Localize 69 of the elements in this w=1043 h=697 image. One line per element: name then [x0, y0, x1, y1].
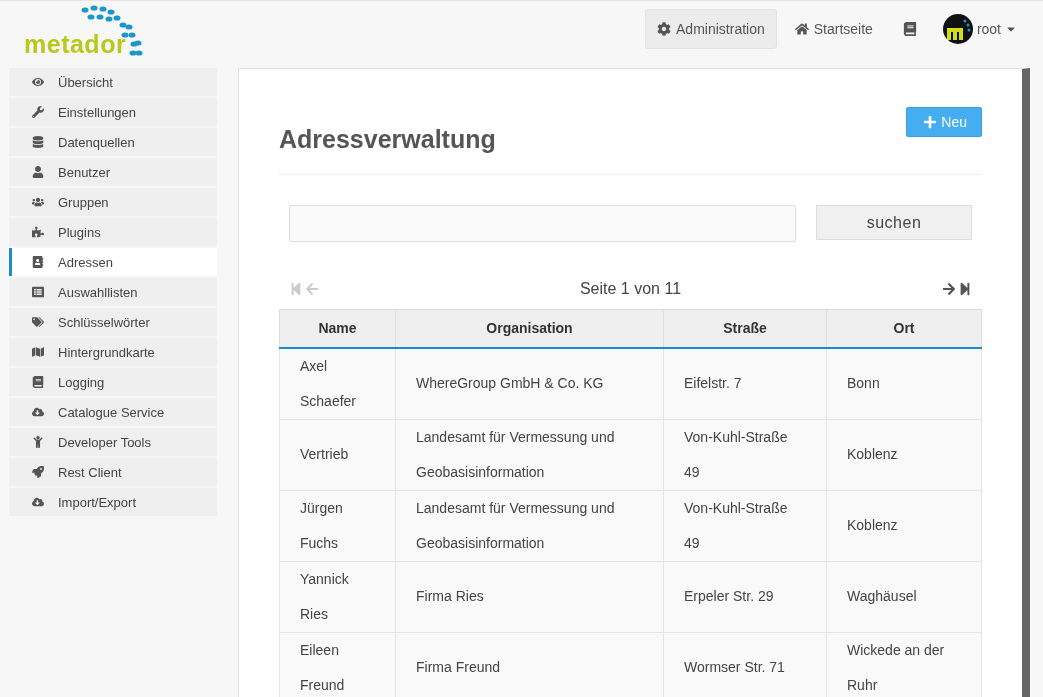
database-icon: [32, 136, 44, 148]
users-icon: [32, 196, 44, 208]
sidebar-item[interactable]: Übersicht: [9, 68, 217, 96]
table-cell: Koblenz: [826, 419, 982, 490]
column-header[interactable]: Ort: [826, 309, 982, 348]
table-cell: Vertrieb: [279, 419, 396, 490]
sidebar-item[interactable]: Adressen: [9, 248, 217, 276]
table-cell: Erpeler Str. 29: [663, 561, 827, 632]
sidebar-item[interactable]: Schlüsselwörter: [9, 308, 217, 336]
table-cell: Axel Schaefer: [279, 347, 396, 419]
logo-text: metador: [24, 30, 127, 59]
cloud-download-icon: [32, 406, 44, 418]
sidebar-item[interactable]: Gruppen: [9, 188, 217, 216]
table-cell: Bonn: [826, 347, 982, 419]
table-cell: Von-Kuhl-Straße 49: [663, 419, 827, 490]
sidebar-item[interactable]: Hintergrundkarte: [9, 338, 217, 366]
page-title: Adressverwaltung: [279, 125, 496, 154]
table-cell: Wickede an der Ruhr: [826, 632, 982, 697]
sidebar-item[interactable]: Logging: [9, 368, 217, 396]
gear-icon: [657, 22, 672, 36]
column-header[interactable]: Straße: [663, 309, 827, 348]
nav-link[interactable]: Administration: [645, 9, 777, 49]
table-cell: Landesamt für Vermessung und Geobasisinformation: [395, 490, 664, 561]
user-icon: [32, 166, 44, 178]
figure-icon: [32, 436, 44, 448]
rocket-icon: [32, 466, 44, 478]
sidebar-item[interactable]: Import/Export: [9, 488, 217, 516]
table-cell: Yannick Ries: [279, 561, 396, 632]
table-cell: Von-Kuhl-Straße 49: [663, 490, 827, 561]
sidebar-item[interactable]: Benutzer: [9, 158, 217, 186]
table-cell: Firma Ries: [395, 561, 664, 632]
table-cell: Landesamt für Vermessung und Geobasisinformation: [395, 419, 664, 490]
search-button[interactable]: suchen: [816, 205, 972, 240]
plus-icon: [923, 115, 938, 129]
page-indicator: Seite 1 von 11: [579, 280, 682, 298]
table-cell: Firma Freund: [395, 632, 664, 697]
sidebar-item[interactable]: Catalogue Service: [9, 398, 217, 426]
table-cell: Jürgen Fuchs: [279, 490, 396, 561]
table-cell: Eileen Freund: [279, 632, 396, 697]
user-menu[interactable]: root: [942, 14, 1017, 44]
table-cell: WhereGroup GmbH & Co. KG: [395, 347, 664, 419]
puzzle-icon: [32, 226, 44, 238]
cloud-download-icon: [32, 496, 44, 508]
sidebar-item[interactable]: Rest Client: [9, 458, 217, 486]
column-header[interactable]: Organisation: [395, 309, 664, 348]
map-icon: [32, 346, 44, 358]
address-book-icon: [32, 256, 44, 268]
sidebar-item[interactable]: Einstellungen: [9, 98, 217, 126]
wrench-icon: [32, 106, 44, 118]
sidebar-item[interactable]: Plugins: [9, 218, 217, 246]
nav-link[interactable]: Startseite: [782, 9, 885, 49]
table-cell: Eifelstr. 7: [663, 347, 827, 419]
sidebar-item[interactable]: Developer Tools: [9, 428, 217, 456]
table-cell: Waghäusel: [826, 561, 982, 632]
last-page-button[interactable]: [958, 282, 972, 296]
book-icon: [902, 22, 917, 36]
next-page-button[interactable]: [942, 282, 956, 296]
table-cell: Wormser Str. 71: [663, 632, 827, 697]
home-icon: [794, 22, 809, 36]
avatar-icon: [942, 14, 973, 44]
column-header[interactable]: Name: [279, 309, 396, 348]
search-field[interactable]: [289, 205, 796, 242]
table-cell: Koblenz: [826, 490, 982, 561]
sidebar-item[interactable]: Auswahllisten: [9, 278, 217, 306]
tags-icon: [32, 316, 44, 328]
list-icon: [32, 286, 44, 298]
book-icon: [32, 376, 44, 388]
eye-icon: [32, 76, 44, 88]
sidebar-item[interactable]: Datenquellen: [9, 128, 217, 156]
